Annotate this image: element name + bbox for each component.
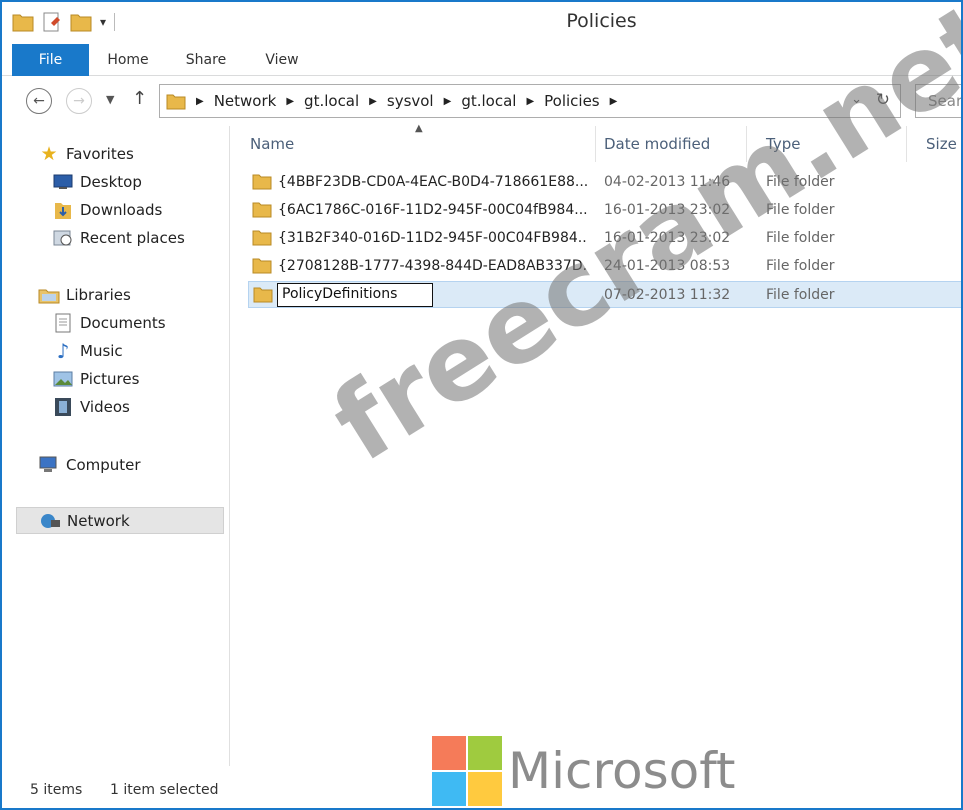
- column-header-type[interactable]: Type: [747, 126, 907, 162]
- nav-desktop-label: Desktop: [80, 172, 142, 191]
- file-date: 07-02-2013 11:32: [604, 287, 731, 303]
- file-type: File folder: [766, 174, 835, 190]
- file-type: File folder: [766, 202, 835, 218]
- nav-recent-places-label: Recent places: [80, 228, 185, 247]
- folder-icon: [252, 172, 272, 199]
- explorer-window: ▾ Policies File Home Share View ← → ▼ ↑ …: [0, 0, 963, 810]
- column-header-size[interactable]: Size: [907, 126, 961, 162]
- file-name: {4BBF23DB-CD0A-4EAC-B0D4-718661E88...: [278, 174, 588, 190]
- breadcrumb-separator-icon[interactable]: ▶: [610, 96, 618, 107]
- navigation-pane: ★ Favorites Desktop Downloads Recent pla…: [14, 126, 227, 766]
- file-name: {31B2F340-016D-11D2-945F-00C04FB984...: [278, 230, 588, 246]
- status-item-count: 5 items: [30, 782, 83, 798]
- ribbon-tabs: File Home Share View: [2, 44, 961, 76]
- file-date: 04-02-2013 11:46: [604, 174, 731, 190]
- network-icon: [39, 511, 61, 531]
- column-header-date-modified[interactable]: Date modified: [585, 126, 747, 162]
- nav-libraries-label: Libraries: [66, 285, 131, 304]
- nav-libraries[interactable]: Libraries: [38, 281, 248, 308]
- computer-icon: [38, 455, 60, 475]
- file-type: File folder: [766, 230, 835, 246]
- file-date: 16-01-2013 23:02: [604, 202, 731, 218]
- file-list: ▲ Name Date modified Type Size {4BBF23DB…: [229, 123, 961, 766]
- nav-downloads-label: Downloads: [80, 200, 163, 219]
- nav-music-label: Music: [80, 341, 123, 360]
- nav-network-label: Network: [67, 511, 130, 530]
- breadcrumb-separator-icon[interactable]: ▶: [369, 96, 377, 107]
- videos-icon: [52, 397, 74, 417]
- file-type: File folder: [766, 287, 835, 303]
- tab-file[interactable]: File: [12, 44, 89, 76]
- address-bar[interactable]: ▶ Network ▶ gt.local ▶ sysvol ▶ gt.local…: [159, 84, 901, 118]
- recent-locations-icon[interactable]: ▼: [106, 93, 114, 106]
- nav-favorites-label: Favorites: [66, 144, 134, 163]
- file-row[interactable]: {31B2F340-016D-11D2-945F-00C04FB984... 1…: [248, 225, 961, 255]
- title-bar: ▾ Policies: [2, 2, 961, 44]
- file-name: {6AC1786C-016F-11D2-945F-00C04fB984...: [278, 202, 588, 218]
- nav-videos-label: Videos: [80, 397, 130, 416]
- nav-favorites[interactable]: ★ Favorites: [38, 140, 248, 167]
- file-row[interactable]: {6AC1786C-016F-11D2-945F-00C04fB984... 1…: [248, 197, 961, 227]
- nav-computer[interactable]: Computer: [38, 451, 248, 478]
- window-title: Policies: [566, 10, 637, 32]
- address-dropdown-icon[interactable]: ⌄: [851, 92, 862, 107]
- breadcrumb: ▶ Network ▶ gt.local ▶ sysvol ▶ gt.local…: [166, 85, 627, 117]
- file-row[interactable]: {4BBF23DB-CD0A-4EAC-B0D4-718661E88... 04…: [248, 169, 961, 199]
- file-date: 24-01-2013 08:53: [604, 258, 731, 274]
- breadcrumb-separator-icon[interactable]: ▶: [286, 96, 294, 107]
- microsoft-logo: Microsoft: [432, 736, 736, 806]
- documents-icon: [52, 313, 74, 333]
- back-button[interactable]: ←: [26, 88, 52, 114]
- tab-view[interactable]: View: [252, 44, 312, 76]
- folder-icon: [252, 200, 272, 227]
- nav-network[interactable]: Network: [16, 507, 224, 534]
- music-icon: ♪: [56, 338, 70, 363]
- tab-share[interactable]: Share: [176, 44, 236, 76]
- breadcrumb-network[interactable]: Network: [214, 92, 277, 110]
- tab-home[interactable]: Home: [98, 44, 158, 76]
- breadcrumb-separator-icon[interactable]: ▶: [196, 96, 204, 107]
- recent-places-icon: [52, 228, 74, 248]
- column-header-name[interactable]: Name: [230, 126, 596, 162]
- breadcrumb-policies[interactable]: Policies: [544, 92, 599, 110]
- file-type: File folder: [766, 258, 835, 274]
- folder-icon: [252, 228, 272, 255]
- rename-input[interactable]: PolicyDefinitions: [277, 283, 433, 307]
- folder-icon: [253, 285, 273, 312]
- libraries-icon: [38, 285, 60, 305]
- navigation-bar: ← → ▼ ↑ ▶ Network ▶ gt.local ▶ sysvol ▶ …: [2, 82, 961, 120]
- star-icon: ★: [40, 142, 58, 165]
- breadcrumb-sysvol[interactable]: sysvol: [387, 92, 434, 110]
- breadcrumb-separator-icon[interactable]: ▶: [526, 96, 534, 107]
- microsoft-logo-icon: [432, 736, 502, 806]
- microsoft-logo-text: Microsoft: [508, 742, 736, 800]
- pictures-icon: [52, 369, 74, 389]
- forward-button[interactable]: →: [66, 88, 92, 114]
- folder-icon: [252, 256, 272, 283]
- folder-icon: [166, 94, 186, 110]
- breadcrumb-gt-local-2[interactable]: gt.local: [461, 92, 516, 110]
- up-arrow-icon[interactable]: ↑: [132, 88, 147, 109]
- downloads-icon: [52, 200, 74, 220]
- file-row-selected[interactable]: PolicyDefinitions 07-02-2013 11:32 File …: [248, 281, 961, 308]
- nav-documents-label: Documents: [80, 313, 166, 332]
- refresh-icon[interactable]: ↻: [876, 90, 890, 110]
- nav-computer-label: Computer: [66, 455, 141, 474]
- status-selection: 1 item selected: [110, 782, 219, 798]
- nav-pictures-label: Pictures: [80, 369, 140, 388]
- breadcrumb-gt-local[interactable]: gt.local: [304, 92, 359, 110]
- search-input[interactable]: Search: [915, 84, 961, 118]
- file-date: 16-01-2013 23:02: [604, 230, 731, 246]
- file-row[interactable]: {2708128B-1777-4398-844D-EAD8AB337D... 2…: [248, 253, 961, 283]
- desktop-icon: [52, 172, 74, 192]
- breadcrumb-separator-icon[interactable]: ▶: [444, 96, 452, 107]
- file-name: {2708128B-1777-4398-844D-EAD8AB337D...: [278, 258, 588, 274]
